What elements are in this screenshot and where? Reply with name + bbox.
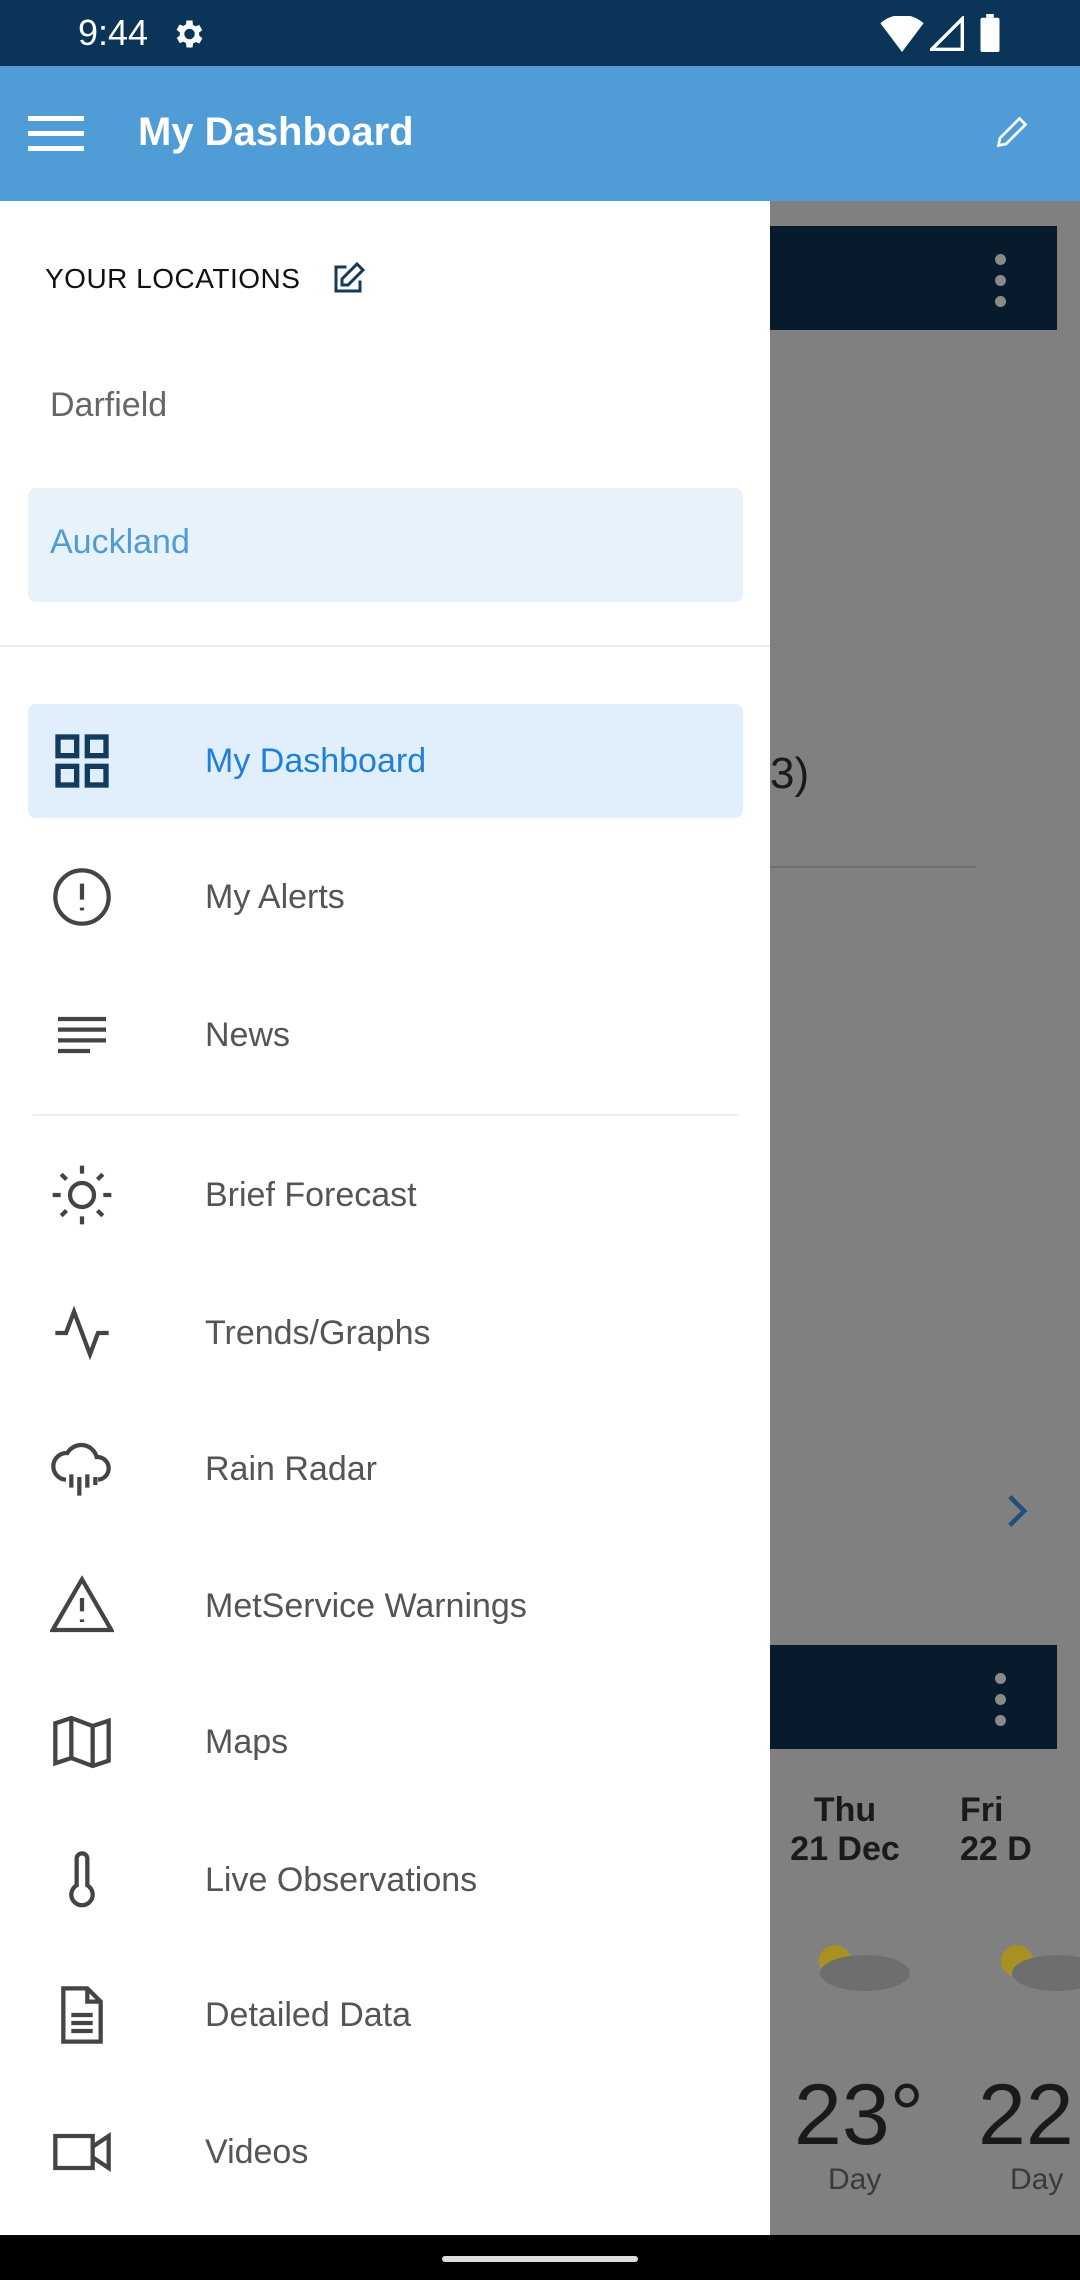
activity-graph-icon bbox=[55, 1305, 109, 1361]
menu-item-label: MetService Warnings bbox=[205, 1587, 527, 1625]
status-bar: 9:44 bbox=[0, 0, 1080, 66]
menu-item-news[interactable]: News bbox=[28, 978, 743, 1092]
location-darfield[interactable]: Darfield bbox=[28, 351, 743, 465]
menu-item-trends-graphs[interactable]: Trends/Graphs bbox=[28, 1276, 743, 1390]
menu-item-label: My Alerts bbox=[205, 878, 345, 916]
date-label: 22 D bbox=[960, 1830, 1032, 1868]
menu-item-live-observations[interactable]: Live Observations bbox=[28, 1823, 743, 1937]
forecast-header bbox=[770, 1645, 1057, 1749]
pencil-icon[interactable] bbox=[994, 114, 1030, 150]
page-title: My Dashboard bbox=[138, 110, 414, 154]
rain-cloud-icon bbox=[51, 1442, 111, 1496]
menu-item-label: Detailed Data bbox=[205, 1996, 412, 2034]
day-label: Fri bbox=[960, 1791, 1004, 1829]
warning-triangle-icon bbox=[50, 1575, 114, 1633]
menu-item-videos[interactable]: Videos bbox=[28, 2095, 743, 2209]
menu-item-rain-radar[interactable]: Rain Radar bbox=[28, 1412, 743, 1526]
partial-text: 3) bbox=[770, 749, 810, 798]
forecast-day: Thu 21 Dec bbox=[780, 1791, 910, 1869]
menu-item-label: Rain Radar bbox=[205, 1450, 377, 1488]
menu-item-label: My Dashboard bbox=[205, 742, 427, 780]
menu-item-metservice-warnings[interactable]: MetService Warnings bbox=[28, 1549, 743, 1663]
status-time: 9:44 bbox=[78, 12, 149, 53]
divider bbox=[33, 1114, 738, 1116]
temperature: 23° bbox=[794, 2067, 925, 2163]
menu-item-label: Live Observations bbox=[205, 1861, 478, 1899]
period-label: Day bbox=[828, 2163, 882, 2196]
map-icon bbox=[53, 1715, 111, 1769]
menu-item-my-dashboard[interactable]: My Dashboard bbox=[28, 704, 743, 818]
menu-item-my-alerts[interactable]: My Alerts bbox=[28, 840, 743, 954]
system-nav-bar bbox=[0, 2235, 1080, 2280]
divider bbox=[0, 645, 770, 647]
forecast-day: Fri 22 D bbox=[960, 1791, 1080, 1869]
menu-item-maps[interactable]: Maps bbox=[28, 1685, 743, 1799]
dashboard-grid-icon bbox=[55, 734, 109, 788]
menu-item-label: News bbox=[205, 1016, 291, 1054]
settings-gear-icon bbox=[176, 20, 203, 48]
menu-item-detailed-data[interactable]: Detailed Data bbox=[28, 1958, 743, 2072]
more-options-icon bbox=[995, 254, 1007, 317]
thermometer-icon bbox=[69, 1851, 95, 1908]
date-label: 21 Dec bbox=[790, 1830, 900, 1868]
more-options-icon bbox=[995, 1673, 1007, 1736]
period-label: Day bbox=[1010, 2163, 1064, 2196]
battery-icon bbox=[980, 14, 1000, 52]
location-auckland[interactable]: Auckland bbox=[28, 488, 743, 602]
edit-locations-icon[interactable] bbox=[330, 261, 366, 297]
card-header bbox=[770, 226, 1057, 330]
app-bar: My Dashboard bbox=[0, 66, 1080, 201]
wifi-icon bbox=[880, 16, 924, 52]
hamburger-icon[interactable] bbox=[28, 116, 84, 152]
sun-icon bbox=[52, 1165, 112, 1225]
signal-icon bbox=[930, 16, 964, 51]
temperature: 22 bbox=[978, 2067, 1074, 2163]
locations-header: YOUR LOCATIONS bbox=[45, 263, 301, 294]
partly-cloudy-icon bbox=[1001, 1945, 1080, 1991]
video-camera-icon bbox=[53, 2132, 111, 2172]
home-gesture-handle[interactable] bbox=[442, 2256, 638, 2262]
menu-item-label: Maps bbox=[205, 1723, 289, 1761]
menu-item-label: Brief Forecast bbox=[205, 1176, 417, 1214]
divider bbox=[770, 866, 976, 868]
day-label: Thu bbox=[813, 1791, 877, 1829]
dimmed-dashboard: 3) Thu 21 Dec Fri 22 D 23° 22 Day Day bbox=[770, 201, 1080, 2235]
chevron-right-icon bbox=[1008, 1495, 1028, 1527]
news-lines-icon bbox=[58, 1016, 106, 1054]
document-icon bbox=[61, 1986, 103, 2044]
alert-circle-icon bbox=[53, 868, 111, 926]
partly-cloudy-icon bbox=[819, 1945, 910, 1991]
menu-item-label: Trends/Graphs bbox=[205, 1314, 431, 1352]
navigation-drawer: YOUR LOCATIONS Darfield Auckland My Dash… bbox=[0, 201, 770, 2235]
menu-item-brief-forecast[interactable]: Brief Forecast bbox=[28, 1138, 743, 1252]
menu-item-label: Videos bbox=[205, 2133, 309, 2171]
